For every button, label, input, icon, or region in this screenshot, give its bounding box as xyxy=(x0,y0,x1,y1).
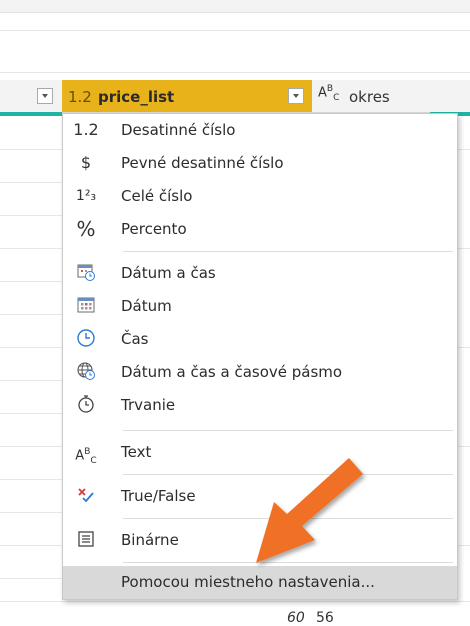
divider xyxy=(0,30,470,31)
column-header-price-list[interactable]: 1.2 price_list xyxy=(62,80,312,112)
grid-line xyxy=(0,182,62,183)
menu-separator xyxy=(123,562,453,563)
grid-line xyxy=(458,149,470,150)
true-false-icon xyxy=(73,485,99,507)
menu-item-fixed-decimal[interactable]: $ Pevné desatinné číslo xyxy=(63,147,457,180)
grid-line xyxy=(0,578,62,579)
menu-item-whole-number[interactable]: 1²₃ Celé číslo xyxy=(63,180,457,213)
menu-separator xyxy=(123,251,453,252)
column-filter-dropdown[interactable] xyxy=(288,88,304,104)
menu-item-true-false[interactable]: True/False xyxy=(63,480,457,513)
menu-item-duration[interactable]: Trvanie xyxy=(63,389,457,422)
datetime-icon xyxy=(73,262,99,284)
menu-item-label: Text xyxy=(121,443,152,461)
divider xyxy=(0,72,470,73)
grid-line xyxy=(0,314,62,315)
grid-line xyxy=(0,413,62,414)
column-quality-bar xyxy=(0,112,62,116)
menu-item-label: Percento xyxy=(121,220,187,238)
whole-number-icon: 1²₃ xyxy=(75,188,97,204)
toolbar-band xyxy=(0,0,470,13)
grid-line xyxy=(458,446,470,447)
grid-line xyxy=(0,479,62,480)
stopwatch-icon xyxy=(73,394,99,416)
grid-line xyxy=(0,601,470,602)
cell-value: 60 xyxy=(287,610,305,626)
data-type-menu: 1.2 Desatinné číslo $ Pevné desatinné čí… xyxy=(62,113,458,600)
menu-separator xyxy=(123,430,453,431)
dollar-icon: $ xyxy=(80,153,92,172)
grid-line xyxy=(0,545,62,546)
menu-item-binary[interactable]: Binárne xyxy=(63,524,457,557)
grid-line xyxy=(0,512,62,513)
grid-line xyxy=(458,347,470,348)
menu-item-date[interactable]: Dátum xyxy=(63,290,457,323)
grid-line xyxy=(0,380,62,381)
menu-item-label: Trvanie xyxy=(121,396,176,414)
type-text-icon[interactable]: ABC xyxy=(318,84,339,103)
menu-item-datetime[interactable]: Dátum a čas xyxy=(63,257,457,290)
grid-line xyxy=(0,347,62,348)
menu-item-decimal[interactable]: 1.2 Desatinné číslo xyxy=(63,114,457,147)
grid-line xyxy=(0,215,62,216)
column-title-okres[interactable]: okres xyxy=(349,88,390,106)
menu-item-label: Pomocou miestneho nastavenia... xyxy=(121,573,375,591)
text-type-icon: ABC xyxy=(75,447,97,466)
menu-separator xyxy=(123,518,453,519)
grid-line xyxy=(0,446,62,447)
binary-icon xyxy=(73,529,99,551)
menu-item-percent[interactable]: % Percento xyxy=(63,213,457,246)
menu-separator xyxy=(123,474,453,475)
column-filter-dropdown[interactable] xyxy=(37,88,53,104)
menu-item-label: Binárne xyxy=(121,531,179,549)
clock-icon xyxy=(73,328,99,350)
grid-line xyxy=(0,281,62,282)
menu-item-label: Čas xyxy=(121,330,149,348)
percent-icon: % xyxy=(76,217,96,241)
type-decimal-icon[interactable]: 1.2 xyxy=(68,88,92,106)
menu-item-text[interactable]: ABC Text xyxy=(63,436,457,469)
calendar-icon xyxy=(73,295,99,317)
globe-clock-icon xyxy=(73,361,99,383)
grid-line xyxy=(458,545,470,546)
menu-item-label: Dátum a čas xyxy=(121,264,216,282)
menu-item-label: Dátum xyxy=(121,297,172,315)
grid-line xyxy=(0,248,62,249)
menu-item-time[interactable]: Čas xyxy=(63,323,457,356)
column-title: price_list xyxy=(98,88,175,106)
decimal-number-icon: 1.2 xyxy=(73,120,99,139)
grid-line xyxy=(0,149,62,150)
menu-item-label: Dátum a čas a časové pásmo xyxy=(121,363,343,381)
menu-item-label: True/False xyxy=(121,487,196,505)
menu-item-using-locale[interactable]: Pomocou miestneho nastavenia... xyxy=(63,566,457,599)
grid-line xyxy=(458,248,470,249)
cell-value: 56 xyxy=(316,610,334,626)
menu-item-label: Celé číslo xyxy=(121,187,193,205)
menu-item-label: Desatinné číslo xyxy=(121,121,236,139)
menu-item-datetimezone[interactable]: Dátum a čas a časové pásmo xyxy=(63,356,457,389)
menu-item-label: Pevné desatinné číslo xyxy=(121,154,284,172)
